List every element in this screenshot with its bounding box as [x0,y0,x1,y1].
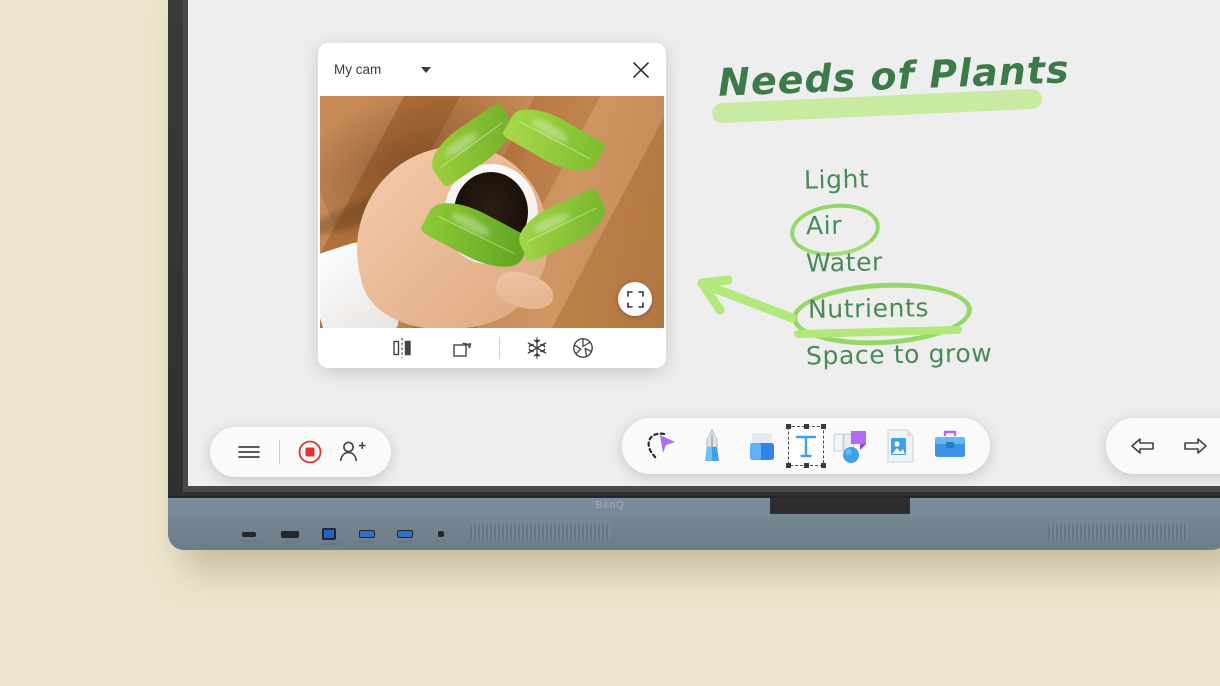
mirror-flip-icon[interactable] [379,328,425,368]
chevron-down-icon[interactable] [421,67,431,73]
port-panel: USB Type-C HDMI Touch USB USB 3.0 USB 3.… [240,528,446,546]
title-highlight-stroke [712,89,1043,124]
record-stop-icon[interactable] [289,431,331,473]
camera-source-label: My cam [334,62,381,77]
usb-a-port-1: USB 3.0 [359,530,375,544]
aperture-icon[interactable] [560,328,606,368]
speaker-grille-left [470,524,610,540]
list-item: Light [804,164,870,194]
camera-panel[interactable]: My cam [318,43,666,368]
whiteboard-canvas[interactable]: Needs of Plants Light Air Water Nutrient… [188,0,1220,486]
green-arrow-icon [688,272,796,324]
undo-arrow-icon[interactable] [1122,424,1166,468]
image-icon[interactable] [876,422,924,470]
sticky-note-shapes-icon[interactable] [826,422,874,470]
usb-c-port: USB Type-C [240,532,259,543]
add-person-icon[interactable] [331,431,373,473]
pen-icon[interactable] [688,422,736,470]
eraser-icon[interactable] [738,422,786,470]
nutrients-circle-annotation [791,278,974,349]
speaker-grille-right [1048,524,1188,540]
right-toolbar[interactable] [1106,418,1220,474]
lasso-select-icon[interactable] [638,422,686,470]
camera-video-feed[interactable] [320,96,664,328]
hdmi-port: HDMI [281,531,299,544]
snowflake-icon[interactable] [514,328,560,368]
camera-toolbar [318,328,666,368]
redo-arrow-icon[interactable] [1172,424,1216,468]
fullscreen-icon[interactable] [618,282,652,316]
left-toolbar[interactable] [210,427,391,477]
left-toolbar-divider [279,440,280,464]
hamburger-menu-icon[interactable] [228,431,270,473]
close-icon[interactable] [630,59,652,81]
air-circle-annotation [788,199,883,260]
camera-toolbar-divider [499,337,500,359]
screenshot-root: Needs of Plants Light Air Water Nutrient… [0,0,1220,686]
main-toolbar[interactable] [622,418,990,474]
text-icon[interactable] [788,426,824,466]
toolbox-icon[interactable] [926,422,974,470]
usb-a-port-2: USB 3.0 [397,530,413,544]
camera-panel-header: My cam [318,43,666,96]
brand-plate [770,498,910,514]
whiteboard-screen: Needs of Plants Light Air Water Nutrient… [188,0,1220,486]
rotate-icon[interactable] [439,328,485,368]
touch-usb-port: Touch USB [321,528,338,546]
audio-jack: MIC IN [435,531,446,543]
